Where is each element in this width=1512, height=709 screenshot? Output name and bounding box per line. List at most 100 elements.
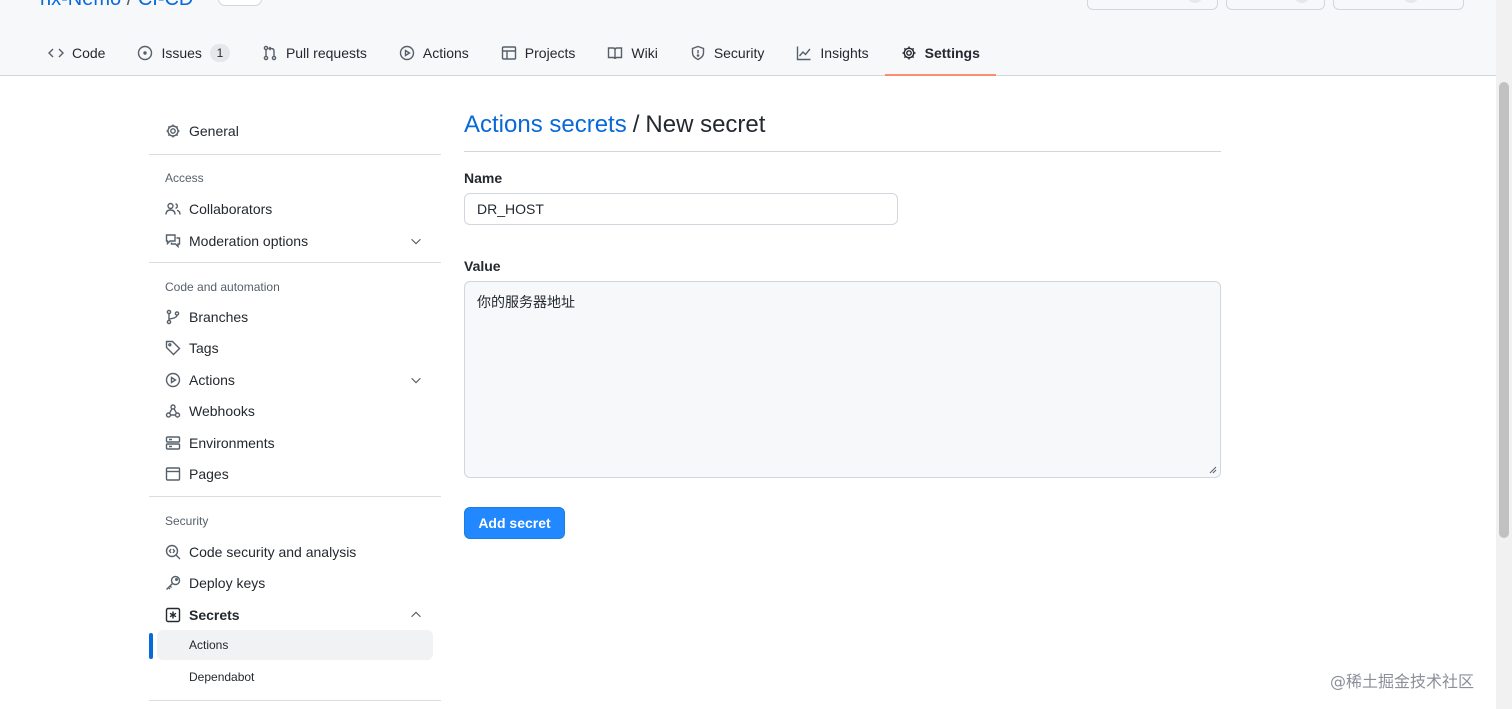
comment-discussion-icon xyxy=(165,234,181,249)
sidebar-item-label: Tags xyxy=(189,340,219,356)
key-icon xyxy=(166,575,181,590)
new-secret-form: Actions secrets / New secret Name Value … xyxy=(464,104,1221,539)
sidebar-item-label: Deploy keys xyxy=(189,575,266,591)
tab-label: Code xyxy=(72,45,106,61)
page-title: Actions secrets / New secret xyxy=(464,104,1221,152)
git-pull-request-icon xyxy=(263,45,277,61)
repo-visibility-badge xyxy=(218,0,262,6)
secret-name-input[interactable] xyxy=(464,193,898,225)
browser-icon xyxy=(165,467,181,481)
sidebar-divider xyxy=(149,496,441,497)
tab-code[interactable]: Code xyxy=(32,34,121,72)
tab-settings[interactable]: Settings xyxy=(884,34,997,76)
resize-handle-icon[interactable] xyxy=(1207,464,1217,474)
tab-insights[interactable]: Insights xyxy=(780,34,884,72)
breadcrumb-separator: / xyxy=(632,111,640,138)
sidebar-item-tags[interactable]: Tags xyxy=(157,333,433,363)
sidebar-item-actions[interactable]: Actions xyxy=(157,365,433,395)
issue-opened-icon xyxy=(138,45,153,61)
sidebar-divider xyxy=(149,700,441,701)
code-icon xyxy=(48,48,64,58)
tab-label: Security xyxy=(713,45,765,61)
sidebar-divider xyxy=(149,262,441,263)
tab-label: Wiki xyxy=(631,45,658,61)
sidebar-item-label: Actions xyxy=(189,638,229,652)
sidebar-item-moderation[interactable]: Moderation options xyxy=(157,226,433,256)
sidebar-item-deploy-keys[interactable]: Deploy keys xyxy=(157,568,433,598)
repo-tabs: Code Issues 1 Pull requests Actions Proj… xyxy=(32,34,997,76)
repo-title-separator: / xyxy=(127,0,133,10)
codescan-icon xyxy=(165,544,181,560)
sidebar-item-general[interactable]: General xyxy=(157,116,433,146)
sidebar-item-pages[interactable]: Pages xyxy=(157,459,433,489)
sidebar-item-webhooks[interactable]: Webhooks xyxy=(157,396,433,426)
gear-icon xyxy=(166,124,180,138)
table-icon xyxy=(501,46,516,60)
value-label: Value xyxy=(464,258,501,274)
sidebar-subitem-secrets-actions[interactable]: Actions xyxy=(157,630,433,660)
sidebar-item-label: General xyxy=(189,123,239,139)
sidebar-item-label: Dependabot xyxy=(189,670,255,684)
watermark: @稀土掘金技术社区 xyxy=(1330,672,1475,691)
tab-label: Settings xyxy=(924,45,980,61)
active-indicator xyxy=(149,633,153,659)
sidebar-item-label: Branches xyxy=(189,309,249,325)
sidebar-item-label: Moderation options xyxy=(189,233,309,249)
tab-label: Insights xyxy=(820,45,869,61)
sidebar-item-label: Code security and analysis xyxy=(189,544,357,560)
tab-projects[interactable]: Projects xyxy=(485,34,592,72)
people-icon xyxy=(165,202,181,215)
sidebar-item-environments[interactable]: Environments xyxy=(157,428,433,458)
chevron-up-icon[interactable] xyxy=(409,608,423,622)
sidebar-item-label: Environments xyxy=(189,435,275,451)
tab-wiki[interactable]: Wiki xyxy=(591,34,673,72)
repo-header: nx-Nemo / CI-CD Code Issues 1 Pull reque… xyxy=(0,0,1496,76)
sidebar-heading-security: Security xyxy=(165,514,209,528)
sidebar-item-secrets[interactable]: Secrets xyxy=(157,600,433,630)
scrollbar-thumb[interactable] xyxy=(1499,82,1509,538)
counter-pill xyxy=(1187,0,1203,3)
key-asterisk-icon xyxy=(165,607,181,623)
page-scrollbar[interactable] xyxy=(1496,0,1512,709)
counter-pill xyxy=(1403,0,1419,3)
chevron-down-icon[interactable] xyxy=(409,373,423,387)
sidebar-item-collaborators[interactable]: Collaborators xyxy=(157,194,433,224)
gear-icon xyxy=(902,46,916,60)
tab-label: Actions xyxy=(422,45,469,61)
sidebar-subitem-secrets-dependabot[interactable]: Dependabot xyxy=(157,662,433,692)
name-label: Name xyxy=(464,170,503,186)
add-secret-button[interactable]: Add secret xyxy=(464,507,565,539)
tab-label: Pull requests xyxy=(285,45,367,61)
secret-value-textarea[interactable]: 你的服务器地址 xyxy=(464,281,1221,478)
actions-secrets-link[interactable]: Actions secrets xyxy=(464,111,627,139)
chevron-down-icon[interactable] xyxy=(409,234,423,248)
issues-counter: 1 xyxy=(209,44,230,62)
sidebar-divider xyxy=(149,154,441,155)
sidebar-heading-code-automation: Code and automation xyxy=(165,280,280,294)
current-page-title: New secret xyxy=(645,111,766,138)
tab-security[interactable]: Security xyxy=(674,34,781,72)
repo-name-link[interactable]: CI-CD xyxy=(138,0,194,10)
sidebar-heading-access: Access xyxy=(165,171,204,185)
shield-icon xyxy=(691,45,705,61)
webhook-icon xyxy=(165,404,181,418)
tab-actions[interactable]: Actions xyxy=(383,34,485,72)
sidebar-item-branches[interactable]: Branches xyxy=(157,302,433,332)
git-branch-icon xyxy=(166,309,180,325)
sidebar-item-label: Actions xyxy=(189,372,235,388)
tab-issues[interactable]: Issues 1 xyxy=(121,34,245,72)
repo-title: nx-Nemo / CI-CD xyxy=(40,0,193,11)
watch-button[interactable] xyxy=(1087,0,1218,10)
tag-icon xyxy=(165,340,181,356)
sidebar-item-label: Webhooks xyxy=(189,403,255,419)
play-icon xyxy=(399,45,415,61)
sidebar-item-label: Collaborators xyxy=(189,201,273,217)
tab-pull-requests[interactable]: Pull requests xyxy=(246,34,383,72)
repo-owner-link[interactable]: nx-Nemo xyxy=(40,0,121,10)
tab-label: Issues xyxy=(161,45,202,61)
fork-button[interactable] xyxy=(1226,0,1325,10)
server-icon xyxy=(165,436,181,450)
sidebar-item-code-security[interactable]: Code security and analysis xyxy=(157,537,433,567)
graph-icon xyxy=(797,46,811,61)
star-button[interactable] xyxy=(1333,0,1464,10)
